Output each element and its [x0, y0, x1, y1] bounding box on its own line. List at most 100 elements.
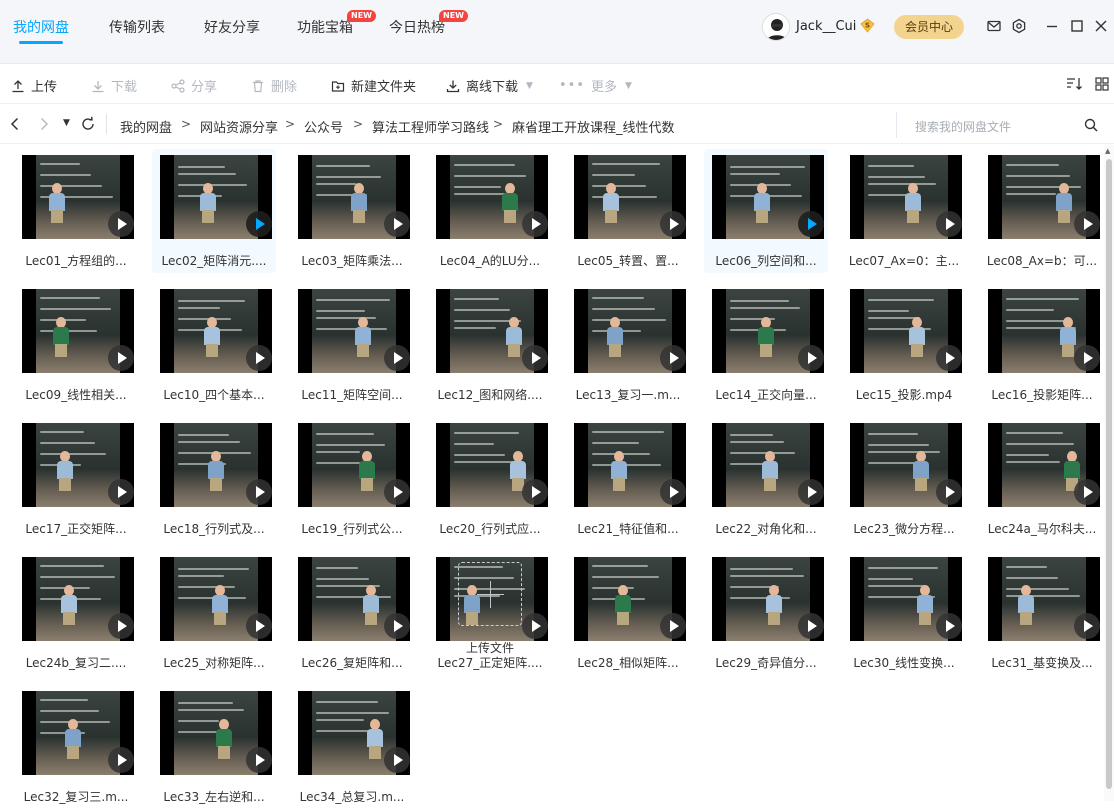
mail-icon[interactable] — [986, 18, 1002, 34]
refresh-icon[interactable] — [80, 116, 96, 132]
tab-my-netdisk[interactable]: 我的网盘 — [13, 17, 69, 44]
play-icon[interactable] — [246, 345, 272, 371]
play-icon[interactable] — [660, 613, 686, 639]
play-icon[interactable] — [798, 211, 824, 237]
close-icon[interactable] — [1093, 18, 1109, 34]
file-item[interactable]: Lec29_奇异值分... — [704, 551, 828, 675]
play-icon[interactable] — [522, 479, 548, 505]
file-item[interactable]: Lec10_四个基本... — [152, 283, 276, 407]
file-item[interactable]: Lec21_特征值和... — [566, 417, 690, 541]
share-button[interactable]: 分享 — [171, 76, 217, 95]
scrollbar-thumb[interactable] — [1106, 159, 1112, 789]
file-item[interactable]: Lec31_基变换及... — [980, 551, 1104, 675]
play-icon[interactable] — [108, 479, 134, 505]
file-item[interactable]: Lec07_Ax=0：主... — [842, 149, 966, 273]
play-icon[interactable] — [246, 747, 272, 773]
file-item[interactable]: Lec14_正交向量... — [704, 283, 828, 407]
file-item[interactable]: Lec34_总复习.m... — [290, 685, 414, 809]
scrollbar[interactable]: ▲ — [1104, 145, 1114, 801]
history-dropdown-icon[interactable]: ▼ — [63, 118, 70, 128]
play-icon[interactable] — [660, 479, 686, 505]
breadcrumb-item[interactable]: 算法工程师学习路线 — [372, 117, 489, 136]
file-item[interactable]: Lec17_正交矩阵... — [14, 417, 138, 541]
play-icon[interactable] — [798, 345, 824, 371]
file-item[interactable]: Lec09_线性相关... — [14, 283, 138, 407]
play-icon[interactable] — [384, 211, 410, 237]
breadcrumb-item[interactable]: 我的网盘 — [120, 117, 172, 136]
vip-coin-icon[interactable]: S — [860, 18, 875, 33]
play-icon[interactable] — [384, 613, 410, 639]
avatar[interactable] — [762, 13, 790, 41]
file-item[interactable]: Lec20_行列式应... — [428, 417, 552, 541]
file-item[interactable]: Lec04_A的LU分... — [428, 149, 552, 273]
play-icon[interactable] — [522, 345, 548, 371]
new-folder-button[interactable]: 新建文件夹 — [331, 76, 416, 95]
grid-view-icon[interactable] — [1094, 76, 1110, 92]
minimize-icon[interactable] — [1044, 18, 1060, 34]
play-icon[interactable] — [1074, 211, 1100, 237]
play-icon[interactable] — [246, 479, 272, 505]
file-item[interactable]: Lec33_左右逆和... — [152, 685, 276, 809]
play-icon[interactable] — [798, 613, 824, 639]
file-item[interactable]: Lec02_矩阵消元.... — [152, 149, 276, 273]
upload-file-button[interactable] — [458, 562, 522, 626]
file-item[interactable]: Lec26_复矩阵和... — [290, 551, 414, 675]
breadcrumb-item[interactable]: 公众号 — [304, 117, 343, 136]
file-item[interactable]: Lec24b_复习二.... — [14, 551, 138, 675]
play-icon[interactable] — [108, 345, 134, 371]
play-icon[interactable] — [384, 345, 410, 371]
play-icon[interactable] — [798, 479, 824, 505]
file-item[interactable]: Lec12_图和网络.... — [428, 283, 552, 407]
play-icon[interactable] — [1074, 613, 1100, 639]
play-icon[interactable] — [936, 613, 962, 639]
forward-arrow-icon[interactable] — [38, 117, 50, 131]
file-item[interactable]: Lec11_矩阵空间... — [290, 283, 414, 407]
offline-download-button[interactable]: 离线下载 ▼ — [446, 76, 533, 95]
upload-button[interactable]: 上传 — [11, 76, 57, 95]
play-icon[interactable] — [936, 345, 962, 371]
file-item[interactable]: Lec01_方程组的... — [14, 149, 138, 273]
maximize-icon[interactable] — [1069, 18, 1085, 34]
file-item[interactable]: Lec03_矩阵乘法... — [290, 149, 414, 273]
play-icon[interactable] — [1074, 345, 1100, 371]
file-item[interactable]: Lec32_复习三.m... — [14, 685, 138, 809]
file-item[interactable]: Lec15_投影.mp4 — [842, 283, 966, 407]
upload-file-label[interactable]: 上传文件 — [440, 639, 540, 656]
play-icon[interactable] — [384, 747, 410, 773]
tab-hot-list[interactable]: 今日热榜 NEW — [389, 10, 468, 37]
file-item[interactable]: Lec06_列空间和... — [704, 149, 828, 273]
file-item[interactable]: Lec24a_马尔科夫... — [980, 417, 1104, 541]
sort-icon[interactable] — [1066, 76, 1084, 92]
username[interactable]: Jack__Cui — [796, 19, 856, 34]
delete-button[interactable]: 删除 — [251, 76, 297, 95]
file-item[interactable]: Lec19_行列式公... — [290, 417, 414, 541]
play-icon[interactable] — [108, 613, 134, 639]
tab-friend-share[interactable]: 好友分享 — [204, 17, 260, 37]
file-item[interactable]: Lec22_对角化和... — [704, 417, 828, 541]
play-icon[interactable] — [108, 747, 134, 773]
file-item[interactable]: Lec18_行列式及... — [152, 417, 276, 541]
play-icon[interactable] — [1074, 479, 1100, 505]
play-icon[interactable] — [522, 211, 548, 237]
member-center-button[interactable]: 会员中心 — [894, 15, 964, 39]
file-item[interactable]: Lec28_相似矩阵... — [566, 551, 690, 675]
play-icon[interactable] — [936, 479, 962, 505]
breadcrumb-item[interactable]: 网站资源分享 — [200, 117, 278, 136]
more-button[interactable]: ••• 更多 ▼ — [559, 76, 632, 95]
play-icon[interactable] — [384, 479, 410, 505]
play-icon[interactable] — [522, 613, 548, 639]
play-icon[interactable] — [246, 613, 272, 639]
play-icon[interactable] — [246, 211, 272, 237]
breadcrumb-current[interactable]: 麻省理工开放课程_线性代数 — [512, 117, 675, 136]
search-icon[interactable] — [1084, 118, 1098, 132]
search-input[interactable]: 搜索我的网盘文件 — [896, 112, 1106, 138]
file-item[interactable]: Lec23_微分方程... — [842, 417, 966, 541]
tab-toolbox[interactable]: 功能宝箱 NEW — [297, 10, 376, 37]
file-item[interactable]: Lec30_线性变换... — [842, 551, 966, 675]
file-item[interactable]: Lec16_投影矩阵... — [980, 283, 1104, 407]
file-item[interactable]: Lec25_对称矩阵... — [152, 551, 276, 675]
tab-transfer-list[interactable]: 传输列表 — [109, 17, 165, 37]
settings-icon[interactable] — [1011, 18, 1027, 34]
play-icon[interactable] — [108, 211, 134, 237]
play-icon[interactable] — [660, 345, 686, 371]
